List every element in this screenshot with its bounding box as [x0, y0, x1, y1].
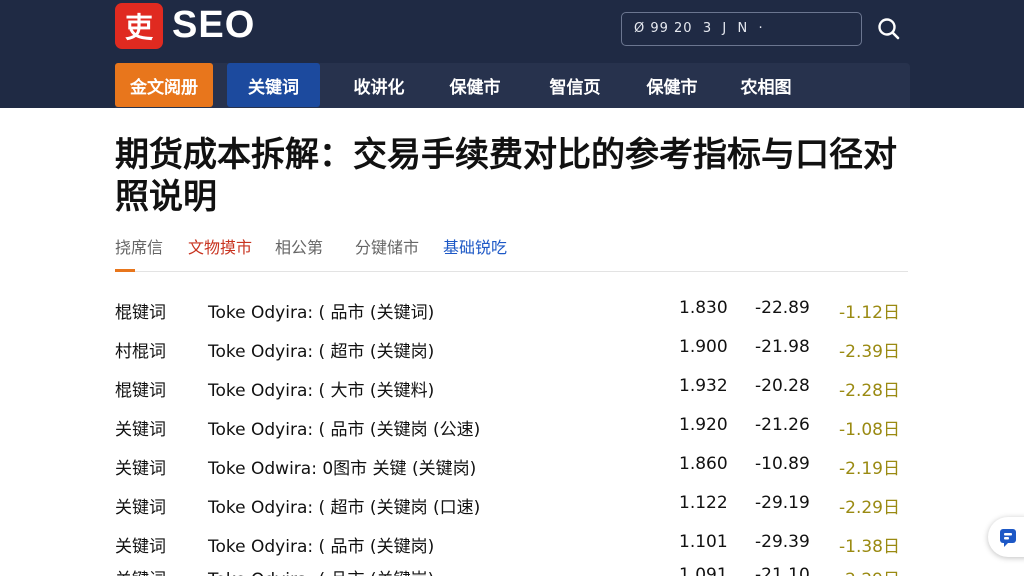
site-logo[interactable]: 吏 [115, 3, 163, 49]
row-description: Toke Odwira: 0图市 关键 (关键岗) [208, 459, 477, 479]
row-description: Toke Odyira: ( 品市 (关键词) [208, 303, 435, 323]
row-description: Toke Odyira: ( 品市 (关键岗) [208, 537, 435, 557]
row-keyword: 棍键词 [115, 303, 166, 323]
tab-bar: 挠席信 文物摸市 相公第 分键储市 基础锐吃 [115, 232, 908, 272]
row-value-2: -21.10 [755, 565, 810, 576]
tab-3[interactable]: 相公第 [275, 234, 323, 258]
row-value-3: -1.08日 [839, 420, 900, 440]
row-value-3: -2.39日 [839, 342, 900, 362]
row-value-2: -21.26 [755, 415, 810, 435]
brand-name[interactable]: SEO [172, 4, 255, 47]
row-value-2: -21.98 [755, 337, 810, 357]
row-keyword: 关键词 [115, 420, 166, 440]
row-keyword: 村棍词 [115, 342, 166, 362]
row-description: Toke Odyira: ( 大市 (关键料) [208, 381, 435, 401]
main-nav: 金文阅册 关键词 收讲化 保健市 智信页 保健市 农相图 [115, 63, 910, 108]
nav-item-3[interactable]: 收讲化 [333, 63, 425, 107]
site-header: 吏 SEO Ø 99 20 3 J N · 金文阅册 关键词 收讲化 保健市 智… [0, 0, 1024, 108]
search-input[interactable]: Ø 99 20 3 J N · [621, 12, 862, 46]
page-title: 期货成本拆解：交易手续费对比的参考指标与口径对照说明 [115, 135, 897, 217]
nav-item-7[interactable]: 农相图 [720, 63, 812, 107]
active-tab-indicator [115, 269, 135, 272]
nav-item-1[interactable]: 金文阅册 [115, 63, 213, 107]
row-value-3: -2.19日 [839, 459, 900, 479]
table-row[interactable]: 关键词 Toke Odwira: 0图市 关键 (关键岗) 1.860 -10.… [115, 454, 908, 493]
row-value-1: 1.101 [679, 532, 728, 552]
chat-icon [1000, 529, 1016, 547]
row-description: Toke Odyira: ( 品市 (关键岗) [208, 565, 434, 576]
row-value-3: -2.29日 [839, 565, 900, 576]
row-value-3: -2.28日 [839, 381, 900, 401]
nav-item-4[interactable]: 保健市 [429, 63, 521, 107]
row-description: Toke Odyira: ( 超市 (关键岗 (口速) [208, 498, 481, 518]
chat-button[interactable] [988, 517, 1024, 557]
row-description: Toke Odyira: ( 品市 (关键岗 (公速) [208, 420, 481, 440]
row-value-1: 1.091 [679, 565, 728, 576]
row-keyword: 关键词 [115, 537, 166, 557]
nav-item-6[interactable]: 保健市 [626, 63, 718, 107]
row-value-1: 1.920 [679, 415, 728, 435]
row-description: Toke Odyira: ( 超市 (关键岗) [208, 342, 435, 362]
row-value-1: 1.860 [679, 454, 728, 474]
row-value-3: -1.12日 [839, 303, 900, 323]
row-keyword: 棍键词 [115, 381, 166, 401]
table-row[interactable]: 村棍词 Toke Odyira: ( 超市 (关键岗) 1.900 -21.98… [115, 337, 908, 376]
row-value-1: 1.122 [679, 493, 728, 513]
table-row[interactable]: 关键词 Toke Odyira: ( 超市 (关键岗 (口速) 1.122 -2… [115, 493, 908, 532]
search-icon[interactable] [874, 14, 904, 44]
row-value-2: -29.19 [755, 493, 810, 513]
nav-item-keywords[interactable]: 关键词 [227, 63, 320, 107]
table-row[interactable]: 棍键词 Toke Odyira: ( 大市 (关键料) 1.932 -20.28… [115, 376, 908, 415]
tab-1[interactable]: 挠席信 [115, 234, 163, 258]
row-keyword: 关键词 [115, 459, 166, 479]
row-value-3: -2.29日 [839, 498, 900, 518]
tab-4[interactable]: 分键储市 [355, 234, 419, 258]
row-keyword: 关键词 [115, 498, 166, 518]
table-row[interactable]: 棍键词 Toke Odyira: ( 品市 (关键词) 1.830 -22.89… [115, 298, 908, 337]
row-value-2: -10.89 [755, 454, 810, 474]
nav-item-5[interactable]: 智信页 [529, 63, 621, 107]
tab-5[interactable]: 基础锐吃 [443, 234, 507, 258]
row-value-1: 1.830 [679, 298, 728, 318]
tab-2[interactable]: 文物摸市 [188, 234, 252, 258]
row-keyword: 关键词 [115, 565, 166, 576]
row-value-1: 1.932 [679, 376, 728, 396]
table-row[interactable]: 关键词 Toke Odyira: ( 品市 (关键岗) 1.091 -21.10… [115, 565, 908, 576]
row-value-2: -22.89 [755, 298, 810, 318]
row-value-2: -29.39 [755, 532, 810, 552]
row-value-2: -20.28 [755, 376, 810, 396]
row-value-3: -1.38日 [839, 537, 900, 557]
row-value-1: 1.900 [679, 337, 728, 357]
table-row[interactable]: 关键词 Toke Odyira: ( 品市 (关键岗 (公速) 1.920 -2… [115, 415, 908, 454]
